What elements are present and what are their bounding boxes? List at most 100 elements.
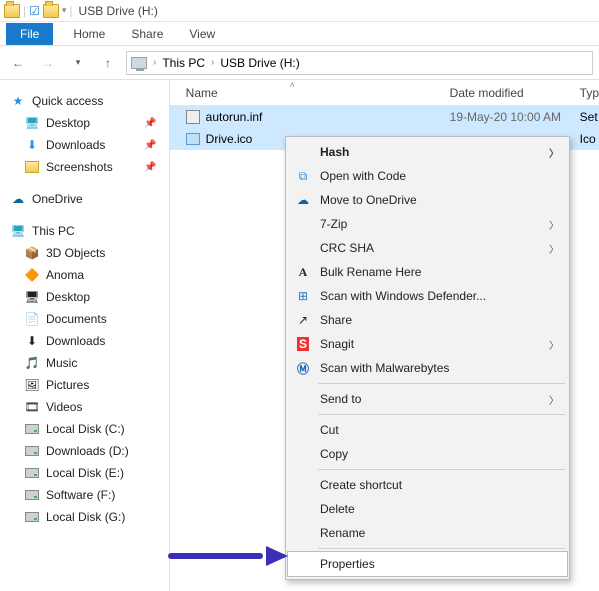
open-folder-icon[interactable] — [43, 4, 59, 18]
sidebar-item-label: Anoma — [46, 268, 84, 282]
sidebar-item-downloads[interactable]: ⬇ Downloads 📌 — [6, 134, 163, 156]
column-name[interactable]: Name — [170, 86, 450, 100]
menu-item-label: Open with Code — [320, 169, 406, 183]
breadcrumb-root[interactable]: This PC — [162, 56, 205, 70]
menu-item[interactable]: ⊞Scan with Windows Defender... — [288, 284, 567, 308]
menu-item-label: Scan with Malwarebytes — [320, 361, 449, 375]
sidebar-item-label: Downloads — [46, 334, 105, 348]
sidebar-item[interactable]: 🖥 Desktop — [6, 286, 163, 308]
menu-item[interactable]: Properties — [288, 552, 567, 576]
sidebar-item-desktop[interactable]: 🖥 Desktop 📌 — [6, 112, 163, 134]
sidebar-item[interactable]: 📦3D Objects — [6, 242, 163, 264]
folder-icon: 🔶 — [24, 267, 40, 283]
menu-item[interactable]: A Bulk Rename Here — [288, 260, 567, 284]
menu-item[interactable]: 7-Zip〉 — [288, 212, 567, 236]
sidebar-quick-access[interactable]: ★ Quick access — [6, 90, 163, 112]
sidebar-item[interactable]: 📄Documents — [6, 308, 163, 330]
sidebar-item-label: Pictures — [46, 378, 89, 392]
column-date[interactable]: Date modified — [450, 86, 580, 100]
folder-icon: 🖼 — [24, 377, 40, 393]
app-folder-icon — [4, 4, 20, 18]
column-headers: Name Date modified Typ — [170, 80, 599, 106]
tab-home[interactable]: Home — [67, 23, 111, 45]
sidebar-item[interactable]: 🖼 Pictures — [6, 374, 163, 396]
menu-separator — [318, 414, 565, 415]
sidebar-item[interactable]: ⬇Downloads — [6, 330, 163, 352]
qat-sep2: | — [69, 4, 72, 18]
back-button[interactable]: ← — [6, 51, 30, 75]
sidebar-item[interactable]: 🎵Music — [6, 352, 163, 374]
menu-item-label: Share — [320, 313, 352, 327]
chevron-right-icon: 〉 — [549, 337, 559, 352]
sidebar-item[interactable]: 🔶 Anoma — [6, 264, 163, 286]
menu-item[interactable]: Delete — [288, 497, 567, 521]
file-type: Set — [580, 110, 599, 124]
star-icon: ★ — [10, 93, 26, 109]
tab-share[interactable]: Share — [125, 23, 169, 45]
ribbon: File Home Share View — [0, 22, 599, 46]
menu-item-icon: ↗ — [294, 313, 312, 327]
inf-file-icon — [186, 110, 200, 124]
sidebar-item[interactable]: Local Disk (E:) — [6, 462, 163, 484]
sidebar-item[interactable]: Software (F:) — [6, 484, 163, 506]
up-button[interactable]: ↑ — [96, 51, 120, 75]
folder-icon: 🎵 — [24, 355, 40, 371]
sidebar-item-label: OneDrive — [32, 192, 83, 206]
sidebar-item-label: Desktop — [46, 290, 90, 304]
menu-item[interactable]: ⧉Open with Code — [288, 164, 567, 188]
menu-item[interactable]: Cut — [288, 418, 567, 442]
sidebar-item-label: Software (F:) — [46, 488, 115, 502]
menu-item-icon: A — [294, 265, 312, 280]
menu-item[interactable]: Send to〉 — [288, 387, 567, 411]
menu-item-label: Rename — [320, 526, 365, 540]
menu-item-label: Delete — [320, 502, 355, 516]
menu-item[interactable]: Copy — [288, 442, 567, 466]
folder-icon — [24, 159, 40, 175]
menu-item[interactable]: SSnagit〉 — [288, 332, 567, 356]
checkbox-icon[interactable]: ☑ — [29, 4, 40, 18]
sidebar-item[interactable]: 🎞Videos — [6, 396, 163, 418]
menu-item[interactable]: Rename — [288, 521, 567, 545]
sidebar-item[interactable]: Downloads (D:) — [6, 440, 163, 462]
sidebar-this-pc[interactable]: 🖥 This PC — [6, 220, 163, 242]
sidebar-item-label: Documents — [46, 312, 107, 326]
sidebar-item-label: Downloads (D:) — [46, 444, 129, 458]
sidebar-item-label: Videos — [46, 400, 82, 414]
forward-button[interactable]: → — [36, 51, 60, 75]
breadcrumb-current[interactable]: USB Drive (H:) — [220, 56, 299, 70]
annotation-arrow — [168, 546, 288, 566]
address-bar[interactable]: › This PC › USB Drive (H:) — [126, 51, 593, 75]
column-type[interactable]: Typ — [580, 86, 599, 100]
nav-bar: ← → ▾ ↑ › This PC › USB Drive (H:) — [0, 46, 599, 80]
sidebar-item-label: Desktop — [46, 116, 90, 130]
sidebar-item[interactable]: Local Disk (G:) — [6, 506, 163, 528]
file-row[interactable]: autorun.inf 19-May-20 10:00 AM Set — [170, 106, 599, 128]
sidebar-item[interactable]: Local Disk (C:) — [6, 418, 163, 440]
menu-item[interactable]: ☁Move to OneDrive — [288, 188, 567, 212]
tab-view[interactable]: View — [183, 23, 221, 45]
window-title: USB Drive (H:) — [79, 4, 158, 18]
history-dropdown-icon[interactable]: ▾ — [66, 51, 90, 75]
file-date: 19-May-20 10:00 AM — [450, 110, 580, 124]
drive-icon — [24, 443, 40, 459]
pin-icon: 📌 — [144, 162, 162, 173]
sidebar-onedrive[interactable]: ☁ OneDrive — [6, 188, 163, 210]
sidebar-item-label: Local Disk (C:) — [46, 422, 125, 436]
menu-item-label: Bulk Rename Here — [320, 265, 421, 279]
qat-dropdown-icon[interactable]: ▾ — [62, 5, 67, 16]
sidebar-item-screenshots[interactable]: Screenshots 📌 — [6, 156, 163, 178]
menu-item[interactable]: Hash〉 — [288, 140, 567, 164]
menu-item-icon: ⊞ — [294, 289, 312, 303]
chevron-right-icon[interactable]: › — [211, 57, 214, 68]
menu-item-label: Create shortcut — [320, 478, 402, 492]
file-tab[interactable]: File — [6, 23, 53, 45]
pin-icon: 📌 — [144, 140, 162, 151]
folder-icon: 🖥 — [24, 289, 40, 305]
chevron-right-icon[interactable]: › — [153, 57, 156, 68]
menu-item[interactable]: Ⓜ Scan with Malwarebytes — [288, 356, 567, 380]
menu-item[interactable]: ↗ Share — [288, 308, 567, 332]
menu-item-icon: Ⓜ — [294, 360, 312, 377]
menu-item[interactable]: Create shortcut — [288, 473, 567, 497]
chevron-right-icon: 〉 — [549, 241, 559, 256]
menu-item[interactable]: CRC SHA〉 — [288, 236, 567, 260]
